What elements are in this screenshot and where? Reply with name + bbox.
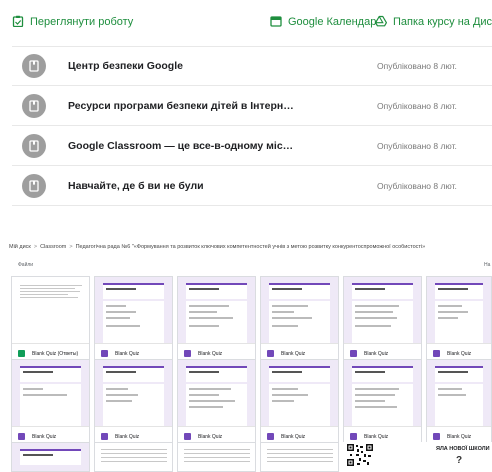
file-name: Blank Quiz xyxy=(364,350,389,357)
qr-code-icon xyxy=(347,444,373,466)
file-thumbnail xyxy=(427,277,491,343)
material-title: Google Classroom — це все-в-одному міс… xyxy=(68,139,294,152)
classwork-toolbar: Переглянути роботу Google Календар Папка… xyxy=(0,10,492,34)
file-thumbnail xyxy=(12,443,89,471)
file-thumbnail xyxy=(12,277,89,343)
forms-icon xyxy=(101,350,108,357)
material-row[interactable]: Ресурси програми безпеки дітей в Інтерн…… xyxy=(12,86,492,126)
breadcrumb-current-folder[interactable]: Педагогічна рада №6 "«Формування та розв… xyxy=(76,244,426,250)
file-thumbnail xyxy=(178,277,255,343)
forms-icon xyxy=(267,350,274,357)
material-title: Центр безпеки Google xyxy=(68,60,183,72)
file-tile[interactable]: Blank Quiz xyxy=(11,359,90,444)
assignment-icon xyxy=(12,15,30,30)
file-name: Blank Quiz xyxy=(447,350,472,357)
file-thumbnail xyxy=(261,443,338,471)
forms-icon xyxy=(267,433,274,440)
forms-icon xyxy=(18,433,25,440)
material-icon xyxy=(22,173,46,198)
file-tile[interactable]: Blank Quiz (Ответы) xyxy=(11,276,90,361)
material-icon xyxy=(22,93,46,118)
file-tile[interactable]: Blank Quiz xyxy=(177,276,256,361)
file-tile[interactable]: Blank Quiz xyxy=(260,276,339,361)
file-name: Blank Quiz xyxy=(281,350,306,357)
file-tile[interactable]: Blank Quiz xyxy=(343,359,422,444)
forms-icon xyxy=(184,433,191,440)
material-date: Опубліковано 8 лют. xyxy=(377,100,457,111)
forms-icon xyxy=(184,350,191,357)
breadcrumb-separator-icon: > xyxy=(69,244,73,250)
file-tile[interactable] xyxy=(260,442,339,472)
calendar-label: Google Календар xyxy=(288,16,377,28)
file-thumbnail xyxy=(95,277,172,343)
file-thumbnail xyxy=(95,360,172,426)
view-work-label: Переглянути роботу xyxy=(30,16,134,28)
calendar-icon xyxy=(270,15,288,30)
forms-icon xyxy=(350,433,357,440)
file-name: Blank Quiz xyxy=(198,433,223,440)
file-thumbnail xyxy=(344,360,421,426)
file-thumbnail xyxy=(12,360,89,426)
file-thumbnail xyxy=(344,277,421,343)
file-name: Blank Quiz xyxy=(115,350,140,357)
file-thumbnail xyxy=(261,277,338,343)
material-title: Ресурси програми безпеки дітей в Інтерн… xyxy=(68,99,294,112)
file-thumbnail xyxy=(178,360,255,426)
file-tile[interactable] xyxy=(343,442,422,472)
view-work-link[interactable]: Переглянути роботу xyxy=(12,10,133,34)
calendar-link[interactable]: Google Календар xyxy=(270,10,376,34)
material-date: Опубліковано 8 лют. xyxy=(377,180,457,191)
file-tile[interactable] xyxy=(177,442,256,472)
file-tile[interactable]: Blank Quiz xyxy=(343,276,422,361)
forms-icon xyxy=(433,433,440,440)
drive-icon xyxy=(375,15,393,30)
file-tile[interactable]: Blank Quiz xyxy=(94,276,173,361)
files-section-label: Файли xyxy=(18,262,34,268)
material-title: Навчайте, де б ви не були xyxy=(68,179,204,192)
material-icon xyxy=(22,133,46,158)
forms-icon xyxy=(350,350,357,357)
file-name: Blank Quiz xyxy=(281,433,306,440)
breadcrumb-separator-icon: > xyxy=(33,244,38,250)
files-sort-label[interactable]: На xyxy=(484,262,490,268)
question-mark-icon: ? xyxy=(456,455,463,466)
drive-folder-label: Папка курсу на Диску xyxy=(393,16,492,28)
file-name: Blank Quiz xyxy=(198,350,223,357)
file-tile[interactable]: Blank Quiz xyxy=(426,276,492,361)
file-name: Blank Quiz xyxy=(32,433,57,440)
drive-breadcrumb: Мій диск > Classroom > Педагогічна рада №6 "… xyxy=(9,244,489,250)
file-name: Blank Quiz (Ответы) xyxy=(32,350,79,357)
material-date: Опубліковано 8 лют. xyxy=(377,140,457,151)
schools-thumbnail-text: ЯЛА НОВОЇ ШКОЛИ xyxy=(436,446,490,452)
material-date: Опубліковано 8 лют. xyxy=(377,61,457,71)
file-thumbnail xyxy=(261,360,338,426)
sheets-icon xyxy=(18,350,25,357)
file-tile[interactable]: Blank Quiz xyxy=(177,359,256,444)
file-tile[interactable]: Blank Quiz xyxy=(260,359,339,444)
file-name: Blank Quiz xyxy=(115,433,140,440)
file-name: Blank Quiz xyxy=(447,433,472,440)
material-row[interactable]: Центр безпеки Google Опубліковано 8 лют. xyxy=(12,46,492,86)
material-row[interactable]: Навчайте, де б ви не були Опубліковано 8… xyxy=(12,166,492,206)
file-name: Blank Quiz xyxy=(364,433,389,440)
breadcrumb-classroom[interactable]: Classroom xyxy=(40,244,66,250)
file-thumbnail xyxy=(178,443,255,471)
file-tile[interactable] xyxy=(94,442,173,472)
file-thumbnail xyxy=(427,360,491,426)
forms-icon xyxy=(433,350,440,357)
file-thumbnail xyxy=(95,443,172,471)
file-tile[interactable]: Blank Quiz xyxy=(426,359,492,444)
file-tile[interactable]: ЯЛА НОВОЇ ШКОЛИ ? xyxy=(426,442,492,472)
breadcrumb-my-drive[interactable]: Мій диск xyxy=(9,244,31,250)
file-tile[interactable]: Blank Quiz xyxy=(94,359,173,444)
material-icon xyxy=(22,54,46,78)
file-tile[interactable] xyxy=(11,442,90,472)
material-row[interactable]: Google Classroom — це все-в-одному міс… … xyxy=(12,126,492,166)
drive-folder-link[interactable]: Папка курсу на Диску xyxy=(375,10,492,34)
forms-icon xyxy=(101,433,108,440)
